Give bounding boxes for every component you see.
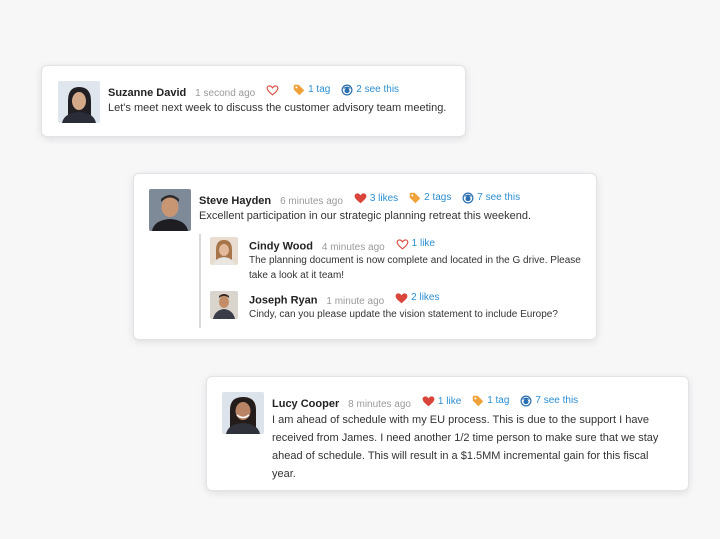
viewers-count: 2 see this [356,84,400,95]
likes-count: 1 like [437,395,462,407]
viewer-icon [341,84,353,96]
heart-outline-icon [396,239,409,250]
author-name[interactable]: Steve Hayden [199,195,271,207]
viewer-icon [520,395,532,407]
reply-text-line: take a look at it team! [249,270,345,281]
tags-link[interactable]: 2 tags [409,191,451,205]
author-name[interactable]: Lucy Cooper [272,398,339,410]
post-meta: Steve Hayden 6 minutes ago 3 likes 2 tag… [199,191,520,209]
tags-count: 1 tag [308,84,331,95]
likes-link[interactable]: 2 likes [395,291,440,305]
heart-icon [395,293,408,304]
reply-author[interactable]: Cindy Wood [249,241,313,253]
like-button[interactable]: 1 like [396,237,435,251]
reply-author[interactable]: Joseph Ryan [249,295,317,307]
likes-link[interactable]: 1 like [422,395,461,409]
reply-meta: Joseph Ryan 1 minute ago 2 likes [249,291,440,309]
post-text-line: ahead of schedule. This will result in a… [272,450,649,462]
post-meta: Lucy Cooper 8 minutes ago 1 like 1 tag 7… [272,394,578,412]
viewers-link[interactable]: 7 see this [520,394,578,408]
reply-avatar[interactable] [210,291,238,319]
avatar[interactable] [222,392,264,434]
viewers-count: 7 see this [477,192,521,203]
post-text: I am ahead of schedule with my EU proces… [272,411,682,483]
heart-icon [422,396,435,407]
reply-timestamp: 1 minute ago [326,295,385,307]
post-text: Let's meet next week to discuss the cust… [108,102,447,114]
tags-count: 1 tag [487,395,510,406]
post-text: Excellent participation in our strategic… [199,210,532,222]
reply-text: The planning document is now complete an… [249,253,594,283]
viewers-link[interactable]: 2 see this [341,83,399,97]
post-card: Suzanne David 1 second ago 1 tag 2 see t… [41,65,466,137]
viewers-link[interactable]: 7 see this [462,191,520,205]
timestamp: 8 minutes ago [348,399,411,410]
tags-link[interactable]: 1 tag [472,394,509,408]
heart-outline-icon[interactable] [266,85,279,96]
tag-icon [409,192,421,204]
reply-text-line: The planning document is now complete an… [249,255,581,266]
avatar[interactable] [58,81,100,123]
timestamp: 1 second ago [195,88,256,99]
tag-icon [472,395,484,407]
reply-thread-line [199,234,201,328]
post-text-line: received from James. I need another 1/2 … [272,432,659,444]
post-text-line: year. [272,468,296,480]
likes-count: 3 likes [369,192,399,204]
reply-meta: Cindy Wood 4 minutes ago 1 like [249,237,435,255]
post-card: Lucy Cooper 8 minutes ago 1 like 1 tag 7… [206,376,689,491]
post-meta: Suzanne David 1 second ago 1 tag 2 see t… [108,83,399,101]
viewers-count: 7 see this [535,395,579,406]
post-text-line: I am ahead of schedule with my EU proces… [272,414,650,426]
tags-count: 2 tags [424,192,452,203]
avatar[interactable] [149,189,191,231]
likes-link[interactable]: 3 likes [354,192,398,206]
heart-icon [354,193,367,204]
reply-text: Cindy, can you please update the vision … [249,309,558,320]
tags-link[interactable]: 1 tag [293,83,330,97]
reply-timestamp: 4 minutes ago [321,241,385,253]
reply-avatar[interactable] [210,237,238,265]
likes-count: 2 likes [411,292,440,303]
author-name[interactable]: Suzanne David [108,87,186,99]
timestamp: 6 minutes ago [280,196,343,207]
post-card: Steve Hayden 6 minutes ago 3 likes 2 tag… [133,173,597,340]
tag-icon [293,84,305,96]
viewer-icon [462,192,474,204]
like-button[interactable] [266,85,282,96]
likes-count: 1 like [411,238,435,249]
